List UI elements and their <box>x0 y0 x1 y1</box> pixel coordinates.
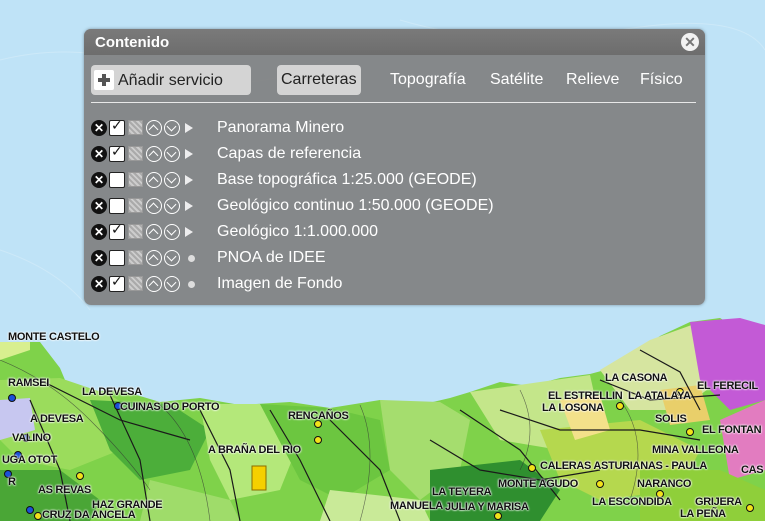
move-up-icon[interactable] <box>146 146 162 162</box>
layer-label[interactable]: Imagen de Fondo <box>217 275 342 293</box>
map-label: JULIA Y MARISA <box>445 501 529 513</box>
remove-layer-icon[interactable]: ✕ <box>91 172 107 188</box>
map-label: LA CASONA <box>605 372 668 384</box>
layer-label[interactable]: PNOA de IDEE <box>217 249 326 267</box>
layer-label[interactable]: Base topográfica 1:25.000 (GEODE) <box>217 171 477 189</box>
move-up-icon[interactable] <box>146 198 162 214</box>
remove-layer-icon[interactable]: ✕ <box>91 120 107 136</box>
opacity-icon[interactable] <box>128 172 143 187</box>
map-label: LA ATALAYA <box>628 390 691 402</box>
tab-topografia[interactable]: Topografía <box>390 71 466 89</box>
map-label: LA TEYERA <box>432 486 492 498</box>
layer-label[interactable]: Geológico 1:1.000.000 <box>217 223 378 241</box>
panel-header[interactable]: Contenido ✕ <box>84 29 705 55</box>
move-down-icon[interactable] <box>164 146 180 162</box>
close-icon[interactable]: ✕ <box>681 33 699 51</box>
move-up-icon[interactable] <box>146 120 162 136</box>
tab-carreteras[interactable]: Carreteras <box>277 65 361 95</box>
map-label: VALINO <box>12 432 51 444</box>
layer-row[interactable]: ✕ PNOA de IDEE <box>84 247 705 271</box>
layer-row[interactable]: ✕ Geológico 1:1.000.000 <box>84 221 705 245</box>
map-label: NARANCO <box>637 478 692 490</box>
expand-arrow-icon[interactable] <box>185 175 193 185</box>
expand-arrow-icon[interactable] <box>185 123 193 133</box>
layer-visibility-checkbox[interactable] <box>109 144 125 162</box>
map-label: EL FERECIL <box>697 380 758 392</box>
map-label: CALERAS ASTURIANAS - PAULA <box>540 460 707 472</box>
remove-layer-icon[interactable]: ✕ <box>91 146 107 162</box>
layer-visibility-checkbox[interactable] <box>109 222 125 240</box>
map-label: CRUZ DA ANCELA <box>42 509 136 521</box>
remove-layer-icon[interactable]: ✕ <box>91 250 107 266</box>
map-label: RAMSEI <box>8 377 49 389</box>
layer-row[interactable]: ✕ Panorama Minero <box>84 117 705 141</box>
move-up-icon[interactable] <box>146 276 162 292</box>
map-label: GRIJERA <box>695 496 742 508</box>
map-label: CAS <box>741 464 764 476</box>
add-service-button[interactable]: Añadir servicio <box>91 65 251 95</box>
layer-row[interactable]: ✕ Base topográfica 1:25.000 (GEODE) <box>84 169 705 193</box>
opacity-icon[interactable] <box>128 146 143 161</box>
layer-row[interactable]: ✕ Capas de referencia <box>84 143 705 167</box>
map-label: LA DEVESA <box>82 386 142 398</box>
expand-arrow-icon[interactable] <box>185 149 193 159</box>
move-down-icon[interactable] <box>164 250 180 266</box>
opacity-icon[interactable] <box>128 276 143 291</box>
add-service-label: Añadir servicio <box>118 72 223 89</box>
map-label: EL FONTAN <box>702 424 762 436</box>
move-down-icon[interactable] <box>164 198 180 214</box>
panel-title: Contenido <box>95 34 170 51</box>
map-label: SOLIS <box>655 413 687 425</box>
expand-arrow-icon[interactable] <box>185 227 193 237</box>
remove-layer-icon[interactable]: ✕ <box>91 198 107 214</box>
layer-row[interactable]: ✕ Geológico continuo 1:50.000 (GEODE) <box>84 195 705 219</box>
move-up-icon[interactable] <box>146 250 162 266</box>
map-label: MINA VALLEONA <box>652 444 739 456</box>
remove-layer-icon[interactable]: ✕ <box>91 276 107 292</box>
tab-satelite[interactable]: Satélite <box>490 71 543 89</box>
layer-label[interactable]: Capas de referencia <box>217 145 361 163</box>
layer-visibility-checkbox[interactable] <box>109 250 125 266</box>
bullet-icon <box>188 255 195 262</box>
expand-arrow-icon[interactable] <box>185 201 193 211</box>
map-label: A BRAÑA DEL RIO <box>208 444 301 456</box>
layer-visibility-checkbox[interactable] <box>109 118 125 136</box>
divider <box>91 102 696 103</box>
move-down-icon[interactable] <box>164 224 180 240</box>
map-label: CUINAS DO PORTO <box>120 401 220 413</box>
layer-visibility-checkbox[interactable] <box>109 172 125 188</box>
move-down-icon[interactable] <box>164 172 180 188</box>
layer-row[interactable]: ✕ Imagen de Fondo <box>84 273 705 297</box>
layer-label[interactable]: Geológico continuo 1:50.000 (GEODE) <box>217 197 494 215</box>
remove-layer-icon[interactable]: ✕ <box>91 224 107 240</box>
move-down-icon[interactable] <box>164 120 180 136</box>
tab-fisico[interactable]: Físico <box>640 71 683 89</box>
bullet-icon <box>188 281 195 288</box>
opacity-icon[interactable] <box>128 198 143 213</box>
map-label: R <box>8 476 16 488</box>
map-label: MANUELA <box>390 500 443 512</box>
map-label: A DEVESA <box>30 413 84 425</box>
map-label: MONTE AGUDO <box>498 478 579 490</box>
map-label: LA PEÑA <box>680 508 726 520</box>
map-label: EL ESTRELLIN <box>548 390 623 402</box>
opacity-icon[interactable] <box>128 120 143 135</box>
map-label: LA ESCONDIDA <box>592 496 672 508</box>
map-label: MONTE CASTELO <box>8 331 100 343</box>
layer-visibility-checkbox[interactable] <box>109 274 125 292</box>
layer-visibility-checkbox[interactable] <box>109 198 125 214</box>
plus-icon <box>94 70 114 90</box>
opacity-icon[interactable] <box>128 224 143 239</box>
map-label: RENCAÑOS <box>288 410 349 422</box>
opacity-icon[interactable] <box>128 250 143 265</box>
move-up-icon[interactable] <box>146 224 162 240</box>
map-label: AS REVAS <box>38 484 92 496</box>
move-down-icon[interactable] <box>164 276 180 292</box>
content-panel: Contenido ✕ Añadir servicio Carreteras T… <box>84 29 705 305</box>
tab-relieve[interactable]: Relieve <box>566 71 619 89</box>
map-label: LA LOSONA <box>542 402 604 414</box>
map-label: UGA OTOT <box>2 454 58 466</box>
move-up-icon[interactable] <box>146 172 162 188</box>
layer-label[interactable]: Panorama Minero <box>217 119 344 137</box>
